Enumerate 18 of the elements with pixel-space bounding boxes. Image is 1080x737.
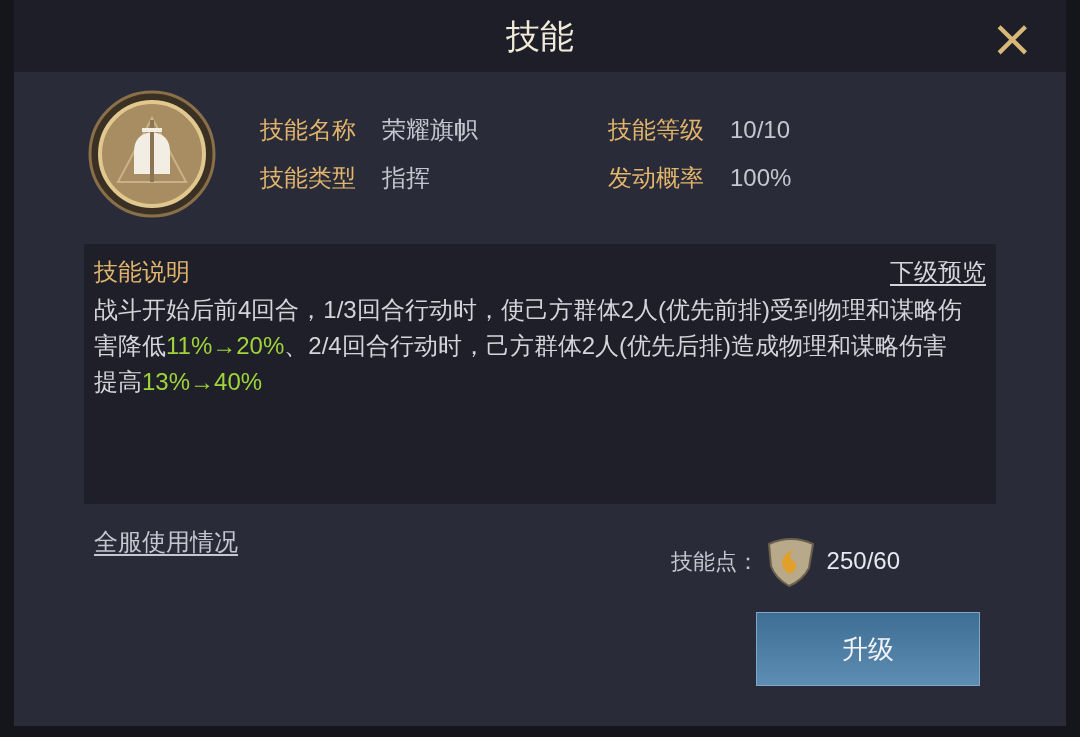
description-text: 战斗开始后前4回合，1/3回合行动时，使己方群体2人(优先前排)受到物理和谋略伤害降低11%→20%、2/4回合行动时，己方群体2人(优先后排)造成物理和谋略伤害提高13%→40% (94, 295, 964, 397)
description-heading: 技能说明 (94, 257, 190, 287)
preview-link[interactable]: 下级预览 (890, 254, 986, 290)
skill-points-label: 技能点： (670, 547, 759, 576)
info-value: 荣耀旗帜 (382, 115, 479, 145)
close-button[interactable]: × (990, 12, 1034, 64)
info-label: 技能名称 (260, 115, 356, 145)
usage-link[interactable]: 全服使用情况 (94, 524, 238, 560)
helmet-emblem-icon (88, 90, 216, 218)
info-value: 指挥 (382, 163, 431, 193)
info-label: 技能类型 (260, 163, 356, 193)
upgrade-button[interactable]: 升级 (756, 612, 980, 686)
info-value: 100% (730, 163, 792, 193)
info-label: 技能等级 (608, 115, 704, 145)
dialog-title: 技能 (506, 15, 574, 57)
skill-points-value: 250/60 (826, 546, 900, 576)
info-label: 发动概率 (608, 163, 704, 193)
info-value: 10/10 (730, 115, 792, 145)
